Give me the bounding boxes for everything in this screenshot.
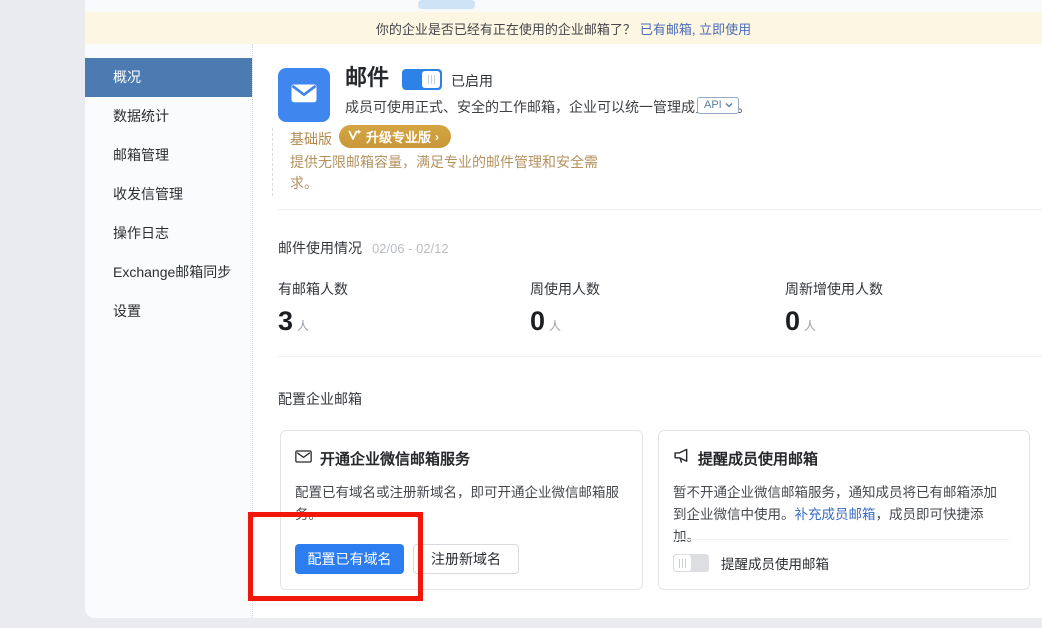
card-title: 开通企业微信邮箱服务 xyxy=(320,448,470,469)
partial-tab[interactable] xyxy=(418,0,475,9)
sidebar-item-send-receive[interactable]: 收发信管理 xyxy=(85,175,252,214)
card-title: 提醒成员使用邮箱 xyxy=(698,448,818,469)
card-title-row: 开通企业微信邮箱服务 xyxy=(295,448,622,469)
status-enabled-label: 已启用 xyxy=(451,71,493,91)
stat-weekly-users: 周使用人数 0人 xyxy=(530,279,600,337)
configure-section-title: 配置企业邮箱 xyxy=(278,389,362,409)
sidebar-menu: 概况 数据统计 邮箱管理 收发信管理 操作日志 Exchange邮箱同步 设置 xyxy=(85,44,252,331)
top-strip xyxy=(85,0,1042,12)
usage-date-range: 02/06 - 02/12 xyxy=(372,241,449,256)
feature-description: 成员可使用正式、安全的工作邮箱，企业可以统一管理成员邮箱。 xyxy=(345,97,751,117)
arrow-right-icon: › xyxy=(435,130,439,144)
stat-unit: 人 xyxy=(549,319,561,333)
card-buttons: 配置已有域名 注册新域名 xyxy=(295,544,519,574)
register-new-domain-button[interactable]: 注册新域名 xyxy=(413,544,519,574)
remind-members-toggle[interactable] xyxy=(673,554,709,572)
stats-row: 有邮箱人数 3人 周使用人数 0人 周新增使用人数 0人 xyxy=(278,279,1042,339)
stat-value: 3人 xyxy=(278,306,348,337)
app-panel: 你的企业是否已经有正在使用的企业邮箱了？ 已有邮箱, 立即使用 概况 数据统计 … xyxy=(85,0,1042,618)
upgrade-label: 升级专业版 xyxy=(366,127,431,146)
notice-banner: 你的企业是否已经有正在使用的企业邮箱了？ 已有邮箱, 立即使用 xyxy=(85,12,1042,44)
spark-v-icon xyxy=(348,129,362,144)
stat-label: 有邮箱人数 xyxy=(278,279,348,299)
remind-toggle-row: 提醒成员使用邮箱 xyxy=(673,553,829,573)
remind-toggle-label: 提醒成员使用邮箱 xyxy=(721,553,829,573)
supplement-member-email-link[interactable]: 补充成员邮箱 xyxy=(795,507,876,522)
promo-text: 提供无限邮箱容量，满足专业的邮件管理和安全需求。 xyxy=(290,152,622,194)
usage-title: 邮件使用情况 xyxy=(278,240,362,256)
toggle-knob xyxy=(674,555,691,571)
banner-question: 你的企业是否已经有正在使用的企业邮箱了？ xyxy=(376,19,636,38)
dashed-connector xyxy=(272,128,273,196)
upgrade-pro-button[interactable]: 升级专业版 › xyxy=(339,125,451,148)
banner-use-now-link[interactable]: 已有邮箱, 立即使用 xyxy=(640,19,751,38)
sidebar-item-overview[interactable]: 概况 xyxy=(85,58,252,97)
sidebar-item-settings[interactable]: 设置 xyxy=(85,292,252,331)
stat-has-mailbox: 有邮箱人数 3人 xyxy=(278,279,348,337)
usage-section-header: 邮件使用情况 02/06 - 02/12 xyxy=(278,238,449,258)
card-description: 配置已有域名或注册新域名，即可开通企业微信邮箱服务。 xyxy=(295,482,622,526)
edition-label: 基础版 xyxy=(290,129,332,149)
configure-existing-domain-button[interactable]: 配置已有域名 xyxy=(295,544,404,574)
api-label: API xyxy=(704,99,722,111)
mail-outline-icon xyxy=(295,449,312,469)
sidebar-item-mailbox-management[interactable]: 邮箱管理 xyxy=(85,136,252,175)
megaphone-icon xyxy=(673,448,690,469)
stat-unit: 人 xyxy=(297,319,309,333)
divider xyxy=(278,209,1042,210)
divider xyxy=(673,539,1009,540)
stat-value: 0人 xyxy=(530,306,600,337)
stat-value: 0人 xyxy=(785,306,883,337)
sidebar: 概况 数据统计 邮箱管理 收发信管理 操作日志 Exchange邮箱同步 设置 xyxy=(85,44,253,618)
card-open-email-service: 开通企业微信邮箱服务 配置已有域名或注册新域名，即可开通企业微信邮箱服务。 配置… xyxy=(280,430,643,590)
mail-app-icon xyxy=(278,68,330,122)
stat-new-weekly-users: 周新增使用人数 0人 xyxy=(785,279,883,337)
page-title: 邮件 xyxy=(345,60,389,92)
chevron-down-icon xyxy=(725,99,733,111)
screenshot-stage: 你的企业是否已经有正在使用的企业邮箱了？ 已有邮箱, 立即使用 概况 数据统计 … xyxy=(0,0,1042,628)
sidebar-item-exchange-sync[interactable]: Exchange邮箱同步 xyxy=(85,253,252,292)
sidebar-item-statistics[interactable]: 数据统计 xyxy=(85,97,252,136)
divider xyxy=(278,356,1042,357)
stat-label: 周新增使用人数 xyxy=(785,279,883,299)
toggle-knob xyxy=(422,71,440,88)
card-remind-members: 提醒成员使用邮箱 暂不开通企业微信邮箱服务，通知成员将已有邮箱添加到企业微信中使… xyxy=(658,430,1030,590)
sidebar-item-operation-log[interactable]: 操作日志 xyxy=(85,214,252,253)
api-dropdown[interactable]: API xyxy=(697,97,739,114)
mail-enabled-toggle[interactable] xyxy=(402,69,442,90)
stat-label: 周使用人数 xyxy=(530,279,600,299)
card-title-row: 提醒成员使用邮箱 xyxy=(673,448,1009,469)
stat-unit: 人 xyxy=(804,319,816,333)
envelope-icon xyxy=(287,76,321,115)
